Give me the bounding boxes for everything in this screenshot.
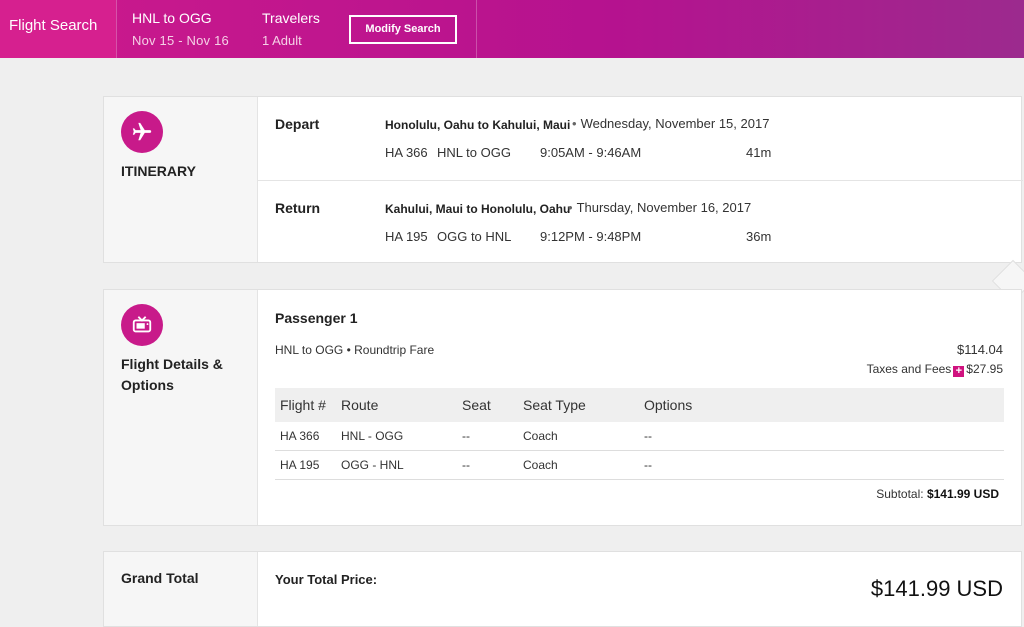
search-dates: Nov 15 - Nov 16 [132,33,229,48]
cell-route: OGG - HNL [341,458,404,472]
cell-flight: HA 195 [280,458,320,472]
return-route: OGG to HNL [437,229,512,244]
cell-seat[interactable]: -- [462,451,470,480]
flight-options-table: Flight # Route Seat Seat Type Options HA… [275,388,1004,480]
return-flight-number: HA 195 [385,229,428,244]
cell-options[interactable]: -- [644,451,652,480]
col-seat-type: Seat Type [523,397,586,413]
fare-price: $114.04 [956,342,1003,357]
depart-route: HNL to OGG [437,145,511,160]
col-route: Route [341,397,379,413]
plane-icon [121,111,163,153]
taxes-and-fees: Taxes and Fees + $27.95 [867,362,1003,377]
col-seat: Seat [462,397,491,413]
cell-flight: HA 366 [280,429,320,443]
bullet-separator: • [572,116,577,131]
cell-seat-type: Coach [523,429,558,443]
total-price-label: Your Total Price: [275,572,378,587]
cell-seat[interactable]: -- [462,422,470,451]
flight-details-card: Flight Details & Options Passenger 1 HNL… [103,289,1022,526]
depart-cities: Honolulu, Oahu to Kahului, Maui [385,118,571,132]
details-label: Flight Details & Options [121,356,223,393]
taxes-price: $27.95 [966,362,1003,376]
itinerary-card: ITINERARY Depart Honolulu, Oahu to Kahul… [103,96,1023,263]
return-date: Thursday, November 16, 2017 [576,200,752,215]
passenger-title: Passenger 1 [275,310,358,326]
return-date-wrap: • Thursday, November 16, 2017 [564,200,751,215]
depart-date: Wednesday, November 15, 2017 [580,116,770,131]
depart-date-wrap: • Wednesday, November 15, 2017 [568,116,769,131]
fare-description: HNL to OGG • Roundtrip Fare [275,343,435,357]
header-divider [476,0,477,58]
grand-total-card: Grand Total Your Total Price: $141.99 US… [103,551,1022,627]
header-divider [116,0,117,58]
flight-search-title[interactable]: Flight Search [0,0,116,58]
total-price-value: $141.99 USD [870,576,1003,601]
subtotal: Subtotal: $141.99 USD [876,487,999,501]
col-flight: Flight # [280,397,326,413]
return-label: Return [275,200,321,216]
itinerary-sidebar: ITINERARY [104,97,258,262]
top-header-bar: Flight Search HNL to OGG Nov 15 - Nov 16… [0,0,1024,58]
return-duration: 36m [746,229,772,244]
depart-times: 9:05AM - 9:46AM [540,145,642,160]
depart-duration: 41m [746,145,772,160]
table-row: HA 195 OGG - HNL -- Coach -- [275,451,1004,480]
depart-row: Depart Honolulu, Oahu to Kahului, Maui •… [258,97,1023,180]
cell-seat-type: Coach [523,458,558,472]
travelers-label: Travelers [262,10,320,26]
return-row: Return Kahului, Maui to Honolulu, Oahu •… [258,180,1023,263]
grand-total-label: Grand Total [121,570,199,586]
cell-options[interactable]: -- [644,422,652,451]
depart-flight-number: HA 366 [385,145,428,160]
bullet-separator: • [568,200,573,215]
tv-icon [121,304,163,346]
cell-route: HNL - OGG [341,429,404,443]
modify-search-button[interactable]: Modify Search [349,15,457,44]
grand-total-sidebar: Grand Total [104,552,258,626]
search-route: HNL to OGG [132,10,212,26]
subtotal-label: Subtotal: [876,487,924,501]
col-options: Options [644,397,693,413]
return-cities: Kahului, Maui to Honolulu, Oahu [385,202,571,216]
taxes-label: Taxes and Fees [866,362,952,376]
return-times: 9:12PM - 9:48PM [540,229,642,244]
depart-label: Depart [275,116,320,132]
subtotal-value: $141.99 USD [926,487,999,501]
travelers-value: 1 Adult [262,33,302,48]
itinerary-label: ITINERARY [121,163,196,179]
table-row: HA 366 HNL - OGG -- Coach -- [275,422,1004,451]
table-header: Flight # Route Seat Seat Type Options [275,388,1004,422]
details-sidebar: Flight Details & Options [104,290,258,525]
expand-plus-icon[interactable]: + [953,366,965,377]
